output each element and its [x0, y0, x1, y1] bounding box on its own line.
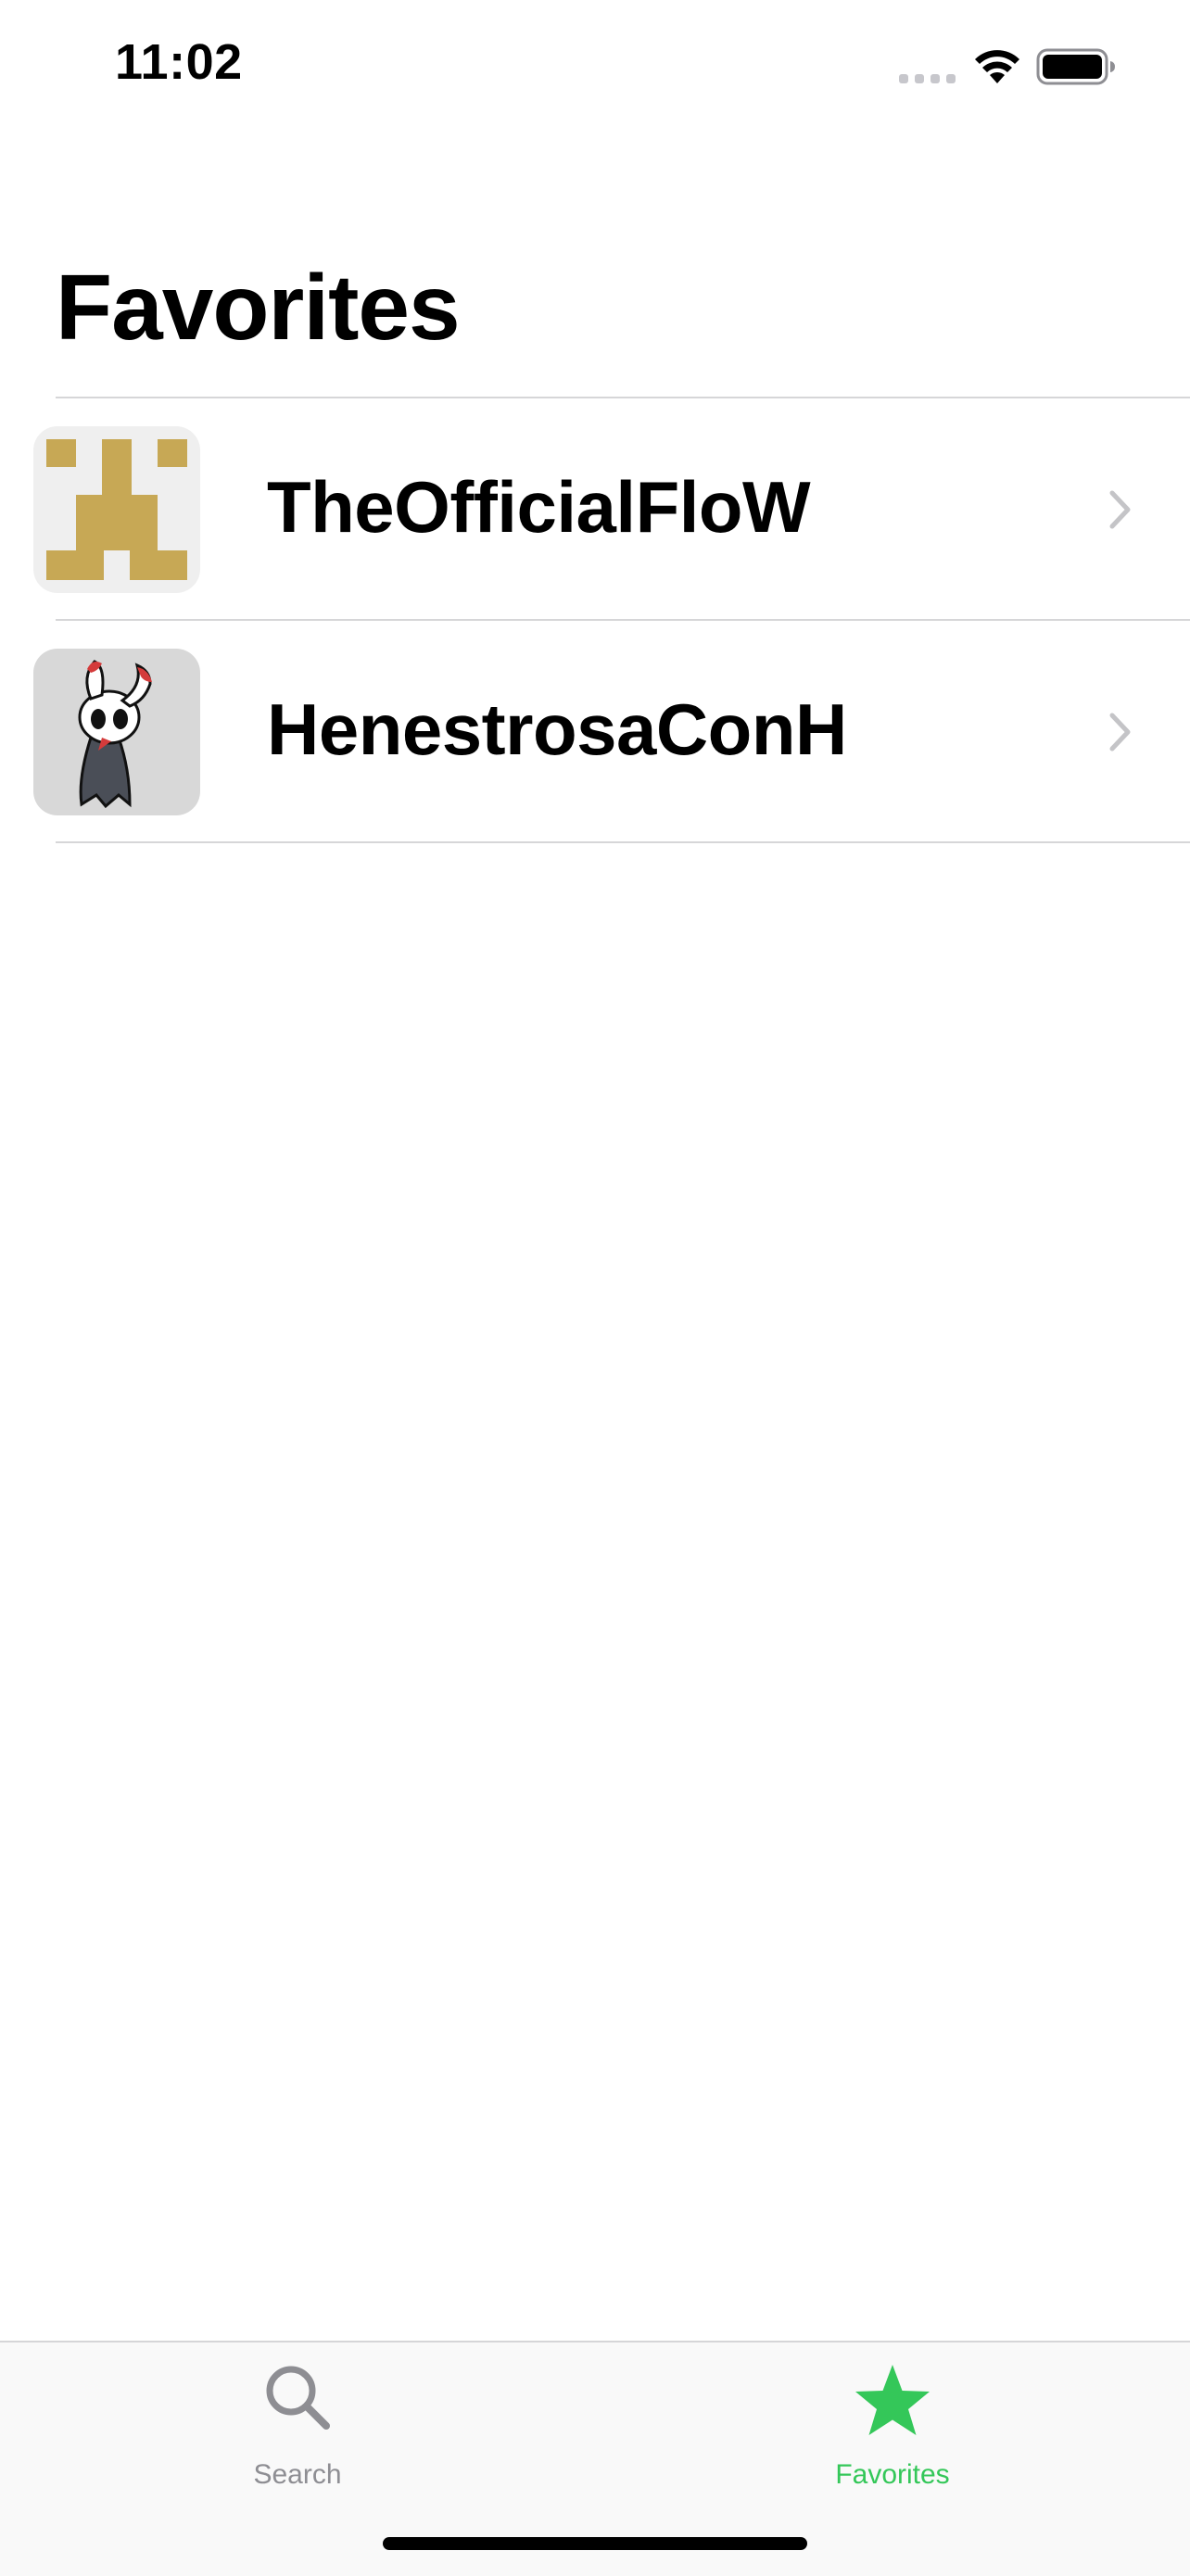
- chevron-right-icon: [1109, 490, 1131, 529]
- status-time: 11:02: [115, 34, 243, 90]
- list-item-label: HenestrosaConH: [267, 688, 847, 770]
- tab-label-search: Search: [253, 2459, 342, 2490]
- status-bar: 11:02: [0, 0, 1190, 139]
- list-item-henestrosaconh[interactable]: HenestrosaConH: [0, 621, 1190, 841]
- list-item-theofficialflow[interactable]: TheOfficialFloW: [0, 398, 1190, 619]
- tab-search[interactable]: Search: [0, 2342, 595, 2509]
- tab-favorites[interactable]: Favorites: [595, 2342, 1190, 2509]
- home-indicator[interactable]: [383, 2537, 807, 2550]
- list-separator: [56, 841, 1190, 843]
- chevron-right-icon: [1109, 713, 1131, 751]
- wifi-icon: [975, 50, 1019, 83]
- battery-icon: [1036, 48, 1115, 85]
- tab-label-favorites: Favorites: [835, 2459, 950, 2490]
- pixel-invader-avatar-icon: [33, 426, 200, 593]
- cellular-signal-icon: [899, 74, 956, 83]
- page-title: Favorites: [56, 256, 461, 360]
- list-item-label: TheOfficialFloW: [267, 466, 811, 548]
- search-icon: [266, 2366, 330, 2430]
- star-icon: [855, 2365, 930, 2435]
- cartoon-character-avatar-icon: [33, 649, 200, 815]
